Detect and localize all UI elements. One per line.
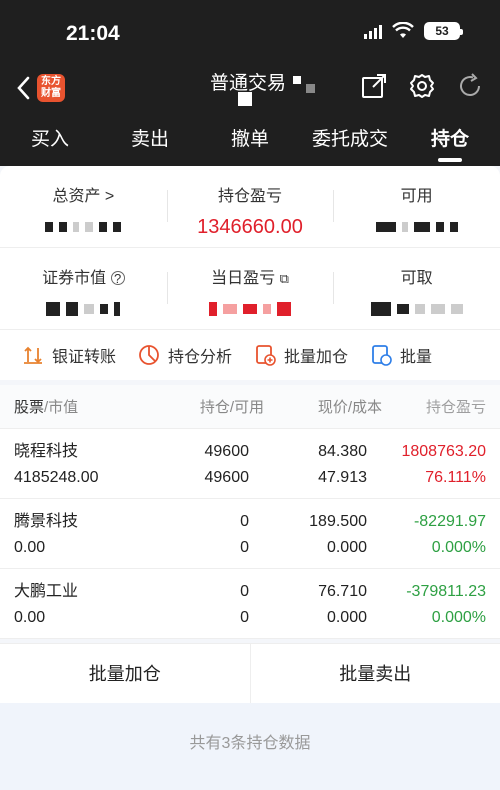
bank-transfer-button[interactable]: 银证转账 [22, 343, 116, 367]
table-row[interactable]: 大鹏工业 0 76.710 -379811.23 0.00 0 0.000 0.… [0, 569, 500, 639]
market-value-label: 证券市值 ? [0, 264, 167, 288]
available-masked [333, 216, 500, 238]
withdrawable: 可取 [333, 248, 500, 329]
stock-name: 腾景科技 [14, 513, 79, 530]
holding-pnl: 持仓盈亏 1346660.00 [166, 166, 334, 247]
quick-actions: 银证转账 持仓分析 批量加仓 批量 [0, 330, 500, 380]
daily-pnl-masked [167, 298, 334, 320]
header-position[interactable]: 持仓/可用 [164, 396, 264, 417]
total-assets-masked [0, 216, 167, 238]
batch-icon [372, 345, 392, 366]
available-funds: 可用 [333, 166, 500, 247]
table-row[interactable]: 腾景科技 0 189.500 -82291.97 0.00 0 0.000 0.… [0, 499, 500, 569]
trade-tabs: 买入 卖出 撤单 委托成交 持仓 [0, 124, 500, 164]
account-summary: 总资产 > 持仓盈亏 1346660.00 可用 证券市值 ? 当日盈亏 ⧉ 可… [0, 166, 500, 380]
position-analysis-button[interactable]: 持仓分析 [138, 343, 232, 367]
holding-pnl-label: 持仓盈亏 [218, 188, 283, 205]
app-logo: 东方财富 [37, 74, 65, 102]
withdrawable-masked [333, 298, 500, 320]
batch-button[interactable]: 批量 [370, 343, 432, 367]
external-link-icon[interactable]: ⧉ [280, 271, 289, 286]
share-icon[interactable] [360, 72, 388, 100]
total-assets[interactable]: 总资产 > [0, 166, 167, 247]
tab-sell[interactable]: 卖出 [100, 124, 200, 164]
stock-name: 晓程科技 [14, 443, 79, 460]
batch-sell-button[interactable]: 批量卖出 [249, 644, 500, 703]
bottom-actions: 批量加仓 批量卖出 [0, 643, 500, 703]
transfer-icon [24, 346, 42, 364]
available-label: 可用 [400, 188, 433, 205]
page-title[interactable]: 普通交易 [210, 68, 286, 95]
holding-pnl-value: 1346660.00 [197, 216, 303, 238]
status-icons: 53 [364, 22, 463, 40]
daily-pnl-label: 当日盈亏 ⧉ [211, 270, 289, 287]
add-position-icon [256, 345, 276, 366]
status-time: 21:04 [66, 22, 120, 45]
title-mask [306, 84, 315, 93]
positions-table: 股票/市值 持仓/可用 现价/成本 持仓盈亏 晓程科技 49600 84.380… [0, 385, 500, 639]
tab-buy[interactable]: 买入 [0, 124, 100, 164]
nav-icons [360, 72, 484, 100]
title-mask [238, 92, 252, 106]
header-price[interactable]: 现价/成本 [264, 396, 382, 417]
daily-pnl: 当日盈亏 ⧉ [166, 248, 334, 329]
analysis-icon [139, 345, 159, 365]
title-mask [293, 76, 301, 84]
market-value: 证券市值 ? [0, 248, 167, 329]
total-assets-label: 总资产 > [52, 188, 115, 205]
withdrawable-label: 可取 [400, 270, 433, 287]
help-icon[interactable]: ? [110, 271, 125, 285]
table-header: 股票/市值 持仓/可用 现价/成本 持仓盈亏 [0, 385, 500, 429]
batch-add-button[interactable]: 批量加仓 [254, 343, 348, 367]
refresh-icon[interactable] [456, 72, 484, 100]
stock-name: 大鹏工业 [14, 583, 79, 600]
header-pnl[interactable]: 持仓盈亏 [382, 396, 486, 417]
wifi-icon [392, 22, 414, 38]
table-row[interactable]: 晓程科技 49600 84.380 1808763.20 4185248.00 … [0, 429, 500, 499]
tab-positions[interactable]: 持仓 [400, 124, 500, 164]
back-icon[interactable] [14, 74, 34, 102]
tab-orders[interactable]: 委托成交 [300, 124, 400, 164]
tab-cancel[interactable]: 撤单 [200, 124, 300, 164]
market-value-masked [0, 298, 167, 320]
top-bar: 21:04 53 东方财富 普通交易 买入 卖出 撤单 委托成交 持仓 [0, 0, 500, 166]
signal-icon [364, 23, 382, 39]
batch-add-bottom-button[interactable]: 批量加仓 [0, 644, 250, 703]
battery-icon: 53 [424, 22, 463, 40]
gear-icon[interactable] [408, 72, 436, 100]
positions-count: 共有3条持仓数据 [0, 703, 500, 790]
